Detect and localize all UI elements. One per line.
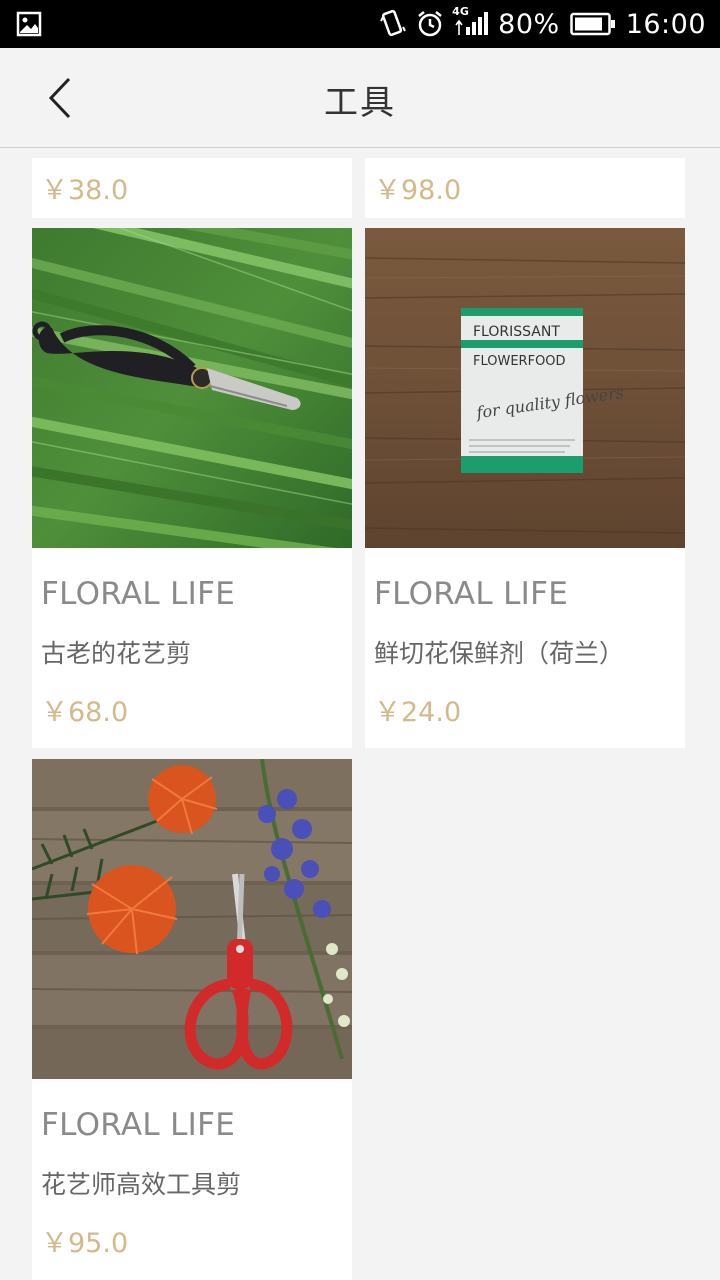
product-name: 古老的花艺剪 (41, 639, 192, 668)
product-card[interactable]: ￥38.0 (32, 158, 352, 218)
product-brand: FLORAL LIFE (41, 1107, 236, 1143)
product-price: ￥95.0 (41, 1228, 129, 1259)
product-card[interactable]: FLORISSANT FLOWERFOOD for quality flower… (365, 228, 685, 748)
product-name: 鲜切花保鲜剂（荷兰） (374, 639, 625, 668)
signal-icon: 4G (452, 5, 489, 37)
clock: 16:00 (625, 8, 706, 40)
battery-icon (569, 12, 616, 36)
sachet-brand-text: FLORISSANT (473, 324, 560, 340)
battery-percent: 80% (498, 8, 560, 40)
product-name: 花艺师高效工具剪 (41, 1170, 242, 1199)
vibrate-icon (380, 9, 407, 39)
product-price: ￥24.0 (374, 697, 462, 728)
product-image: FLORISSANT FLOWERFOOD for quality flower… (365, 228, 685, 548)
page-title: 工具 (324, 83, 396, 123)
product-grid[interactable]: ￥38.0 ￥98.0 FLORAL LIFE 古老的花艺剪 ￥68.0 FLO… (0, 149, 720, 1280)
status-bar: 4G 80% 16:00 (0, 0, 720, 48)
alarm-icon (416, 10, 444, 38)
product-image (32, 759, 352, 1079)
product-brand: FLORAL LIFE (374, 576, 569, 612)
product-price: ￥68.0 (41, 697, 129, 728)
product-price: ￥38.0 (41, 175, 129, 206)
sachet-product-text: FLOWERFOOD (473, 354, 566, 369)
gallery-notification-icon (16, 11, 42, 37)
network-type-label: 4G (452, 5, 469, 18)
product-card[interactable]: FLORAL LIFE 古老的花艺剪 ￥68.0 (32, 228, 352, 748)
product-image (32, 228, 352, 548)
nav-header: 工具 (0, 48, 720, 148)
product-price: ￥98.0 (374, 175, 462, 206)
product-brand: FLORAL LIFE (41, 576, 236, 612)
product-card[interactable]: ￥98.0 (365, 158, 685, 218)
product-card[interactable]: FLORAL LIFE 花艺师高效工具剪 ￥95.0 (32, 759, 352, 1280)
